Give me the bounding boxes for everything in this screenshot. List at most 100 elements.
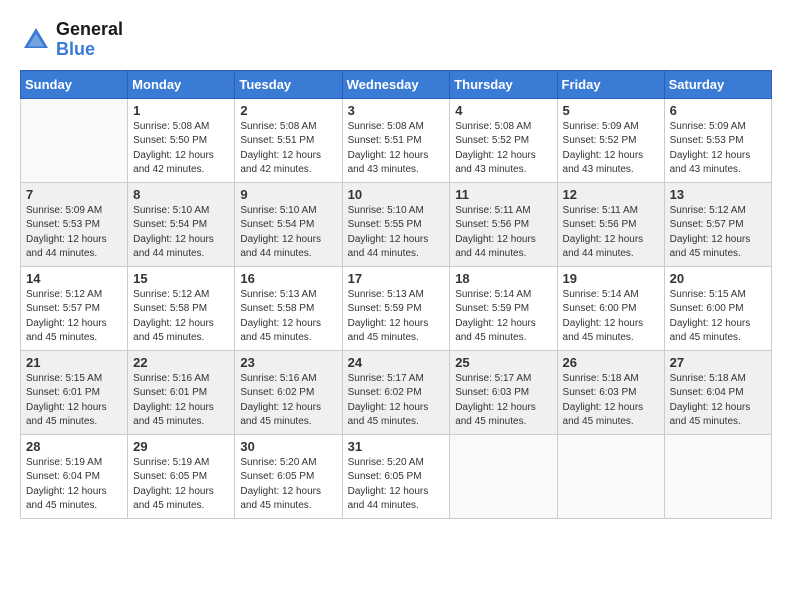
day-cell: 27 Sunrise: 5:18 AM Sunset: 6:04 PM Dayli…: [664, 350, 771, 434]
day-info: Sunrise: 5:08 AM Sunset: 5:51 PM Dayligh…: [240, 120, 336, 178]
day-number: 18: [455, 271, 551, 286]
day-info: Sunrise: 5:08 AM Sunset: 5:51 PM Dayligh…: [348, 120, 445, 178]
day-number: 31: [348, 439, 445, 454]
day-number: 19: [563, 271, 659, 286]
day-cell: 3 Sunrise: 5:08 AM Sunset: 5:51 PM Daylig…: [342, 98, 450, 182]
week-row-3: 14Sunrise: 5:12 AM Sunset: 5:57 PM Dayli…: [21, 266, 772, 350]
day-number: 29: [133, 439, 229, 454]
day-info: Sunrise: 5:13 AM Sunset: 5:58 PM Dayligh…: [240, 288, 336, 346]
weekday-header-monday: Monday: [128, 70, 235, 98]
day-cell: 12 Sunrise: 5:11 AM Sunset: 5:56 PM Dayli…: [557, 182, 664, 266]
weekday-header-friday: Friday: [557, 70, 664, 98]
day-info: Sunrise: 5:09 AM Sunset: 5:52 PM Dayligh…: [563, 120, 659, 178]
day-info: Sunrise: 5:10 AM Sunset: 5:54 PM Dayligh…: [240, 204, 336, 262]
weekday-header-sunday: Sunday: [21, 70, 128, 98]
weekday-header-saturday: Saturday: [664, 70, 771, 98]
day-cell: 17 Sunrise: 5:13 AM Sunset: 5:59 PM Dayli…: [342, 266, 450, 350]
day-cell: 10 Sunrise: 5:10 AM Sunset: 5:55 PM Dayli…: [342, 182, 450, 266]
day-info: Sunrise: 5:17 AM Sunset: 6:02 PM Dayligh…: [348, 372, 445, 430]
day-info: Sunrise: 5:16 AM Sunset: 6:01 PM Dayligh…: [133, 372, 229, 430]
day-cell: 19Sunrise: 5:14 AM Sunset: 6:00 PM Dayli…: [557, 266, 664, 350]
day-number: 15: [133, 271, 229, 286]
day-info: Sunrise: 5:17 AM Sunset: 6:03 PM Dayligh…: [455, 372, 551, 430]
day-cell: 2 Sunrise: 5:08 AM Sunset: 5:51 PM Daylig…: [235, 98, 342, 182]
day-cell: 14Sunrise: 5:12 AM Sunset: 5:57 PM Dayli…: [21, 266, 128, 350]
day-number: 24: [348, 355, 445, 370]
day-cell: 9Sunrise: 5:10 AM Sunset: 5:54 PM Daylig…: [235, 182, 342, 266]
day-cell: 8Sunrise: 5:10 AM Sunset: 5:54 PM Daylig…: [128, 182, 235, 266]
week-row-4: 21 Sunrise: 5:15 AM Sunset: 6:01 PM Dayli…: [21, 350, 772, 434]
weekday-header-tuesday: Tuesday: [235, 70, 342, 98]
week-row-2: 7 Sunrise: 5:09 AM Sunset: 5:53 PM Daylig…: [21, 182, 772, 266]
day-cell: 26Sunrise: 5:18 AM Sunset: 6:03 PM Dayli…: [557, 350, 664, 434]
day-number: 4: [455, 103, 551, 118]
day-cell: [664, 434, 771, 518]
day-info: Sunrise: 5:13 AM Sunset: 5:59 PM Dayligh…: [348, 288, 445, 346]
weekday-header-row: SundayMondayTuesdayWednesdayThursdayFrid…: [21, 70, 772, 98]
day-number: 21: [26, 355, 122, 370]
day-cell: 13Sunrise: 5:12 AM Sunset: 5:57 PM Dayli…: [664, 182, 771, 266]
logo-icon: [20, 24, 52, 56]
day-info: Sunrise: 5:09 AM Sunset: 5:53 PM Dayligh…: [670, 120, 766, 178]
day-number: 5: [563, 103, 659, 118]
day-info: Sunrise: 5:15 AM Sunset: 6:00 PM Dayligh…: [670, 288, 766, 346]
day-info: Sunrise: 5:12 AM Sunset: 5:57 PM Dayligh…: [670, 204, 766, 262]
day-cell: 5 Sunrise: 5:09 AM Sunset: 5:52 PM Daylig…: [557, 98, 664, 182]
day-number: 26: [563, 355, 659, 370]
day-number: 11: [455, 187, 551, 202]
day-cell: [557, 434, 664, 518]
day-number: 22: [133, 355, 229, 370]
day-info: Sunrise: 5:19 AM Sunset: 6:04 PM Dayligh…: [26, 456, 122, 514]
day-cell: 23 Sunrise: 5:16 AM Sunset: 6:02 PM Dayli…: [235, 350, 342, 434]
day-cell: 28 Sunrise: 5:19 AM Sunset: 6:04 PM Dayli…: [21, 434, 128, 518]
day-info: Sunrise: 5:09 AM Sunset: 5:53 PM Dayligh…: [26, 204, 122, 262]
day-info: Sunrise: 5:20 AM Sunset: 6:05 PM Dayligh…: [240, 456, 336, 514]
day-cell: 11 Sunrise: 5:11 AM Sunset: 5:56 PM Dayli…: [450, 182, 557, 266]
day-cell: 18 Sunrise: 5:14 AM Sunset: 5:59 PM Dayli…: [450, 266, 557, 350]
day-info: Sunrise: 5:11 AM Sunset: 5:56 PM Dayligh…: [455, 204, 551, 262]
day-info: Sunrise: 5:15 AM Sunset: 6:01 PM Dayligh…: [26, 372, 122, 430]
day-number: 28: [26, 439, 122, 454]
day-number: 30: [240, 439, 336, 454]
day-number: 17: [348, 271, 445, 286]
day-info: Sunrise: 5:20 AM Sunset: 6:05 PM Dayligh…: [348, 456, 445, 514]
logo-text: General Blue: [56, 20, 123, 60]
day-info: Sunrise: 5:18 AM Sunset: 6:04 PM Dayligh…: [670, 372, 766, 430]
day-number: 3: [348, 103, 445, 118]
weekday-header-thursday: Thursday: [450, 70, 557, 98]
day-cell: 16 Sunrise: 5:13 AM Sunset: 5:58 PM Dayli…: [235, 266, 342, 350]
day-cell: 20 Sunrise: 5:15 AM Sunset: 6:00 PM Dayli…: [664, 266, 771, 350]
day-number: 16: [240, 271, 336, 286]
day-number: 20: [670, 271, 766, 286]
day-number: 10: [348, 187, 445, 202]
day-info: Sunrise: 5:10 AM Sunset: 5:55 PM Dayligh…: [348, 204, 445, 262]
day-info: Sunrise: 5:19 AM Sunset: 6:05 PM Dayligh…: [133, 456, 229, 514]
page-header: General Blue: [20, 20, 772, 60]
day-number: 2: [240, 103, 336, 118]
day-number: 27: [670, 355, 766, 370]
day-cell: 21 Sunrise: 5:15 AM Sunset: 6:01 PM Dayli…: [21, 350, 128, 434]
day-number: 14: [26, 271, 122, 286]
day-cell: 4Sunrise: 5:08 AM Sunset: 5:52 PM Daylig…: [450, 98, 557, 182]
day-cell: [450, 434, 557, 518]
day-info: Sunrise: 5:11 AM Sunset: 5:56 PM Dayligh…: [563, 204, 659, 262]
day-cell: 6 Sunrise: 5:09 AM Sunset: 5:53 PM Daylig…: [664, 98, 771, 182]
day-number: 23: [240, 355, 336, 370]
day-cell: [21, 98, 128, 182]
day-cell: 1Sunrise: 5:08 AM Sunset: 5:50 PM Daylig…: [128, 98, 235, 182]
day-cell: 7 Sunrise: 5:09 AM Sunset: 5:53 PM Daylig…: [21, 182, 128, 266]
calendar-table: SundayMondayTuesdayWednesdayThursdayFrid…: [20, 70, 772, 519]
day-info: Sunrise: 5:14 AM Sunset: 5:59 PM Dayligh…: [455, 288, 551, 346]
day-number: 7: [26, 187, 122, 202]
day-number: 6: [670, 103, 766, 118]
day-info: Sunrise: 5:16 AM Sunset: 6:02 PM Dayligh…: [240, 372, 336, 430]
week-row-5: 28 Sunrise: 5:19 AM Sunset: 6:04 PM Dayli…: [21, 434, 772, 518]
day-number: 12: [563, 187, 659, 202]
week-row-1: 1Sunrise: 5:08 AM Sunset: 5:50 PM Daylig…: [21, 98, 772, 182]
weekday-header-wednesday: Wednesday: [342, 70, 450, 98]
day-cell: 31 Sunrise: 5:20 AM Sunset: 6:05 PM Dayli…: [342, 434, 450, 518]
day-cell: 29 Sunrise: 5:19 AM Sunset: 6:05 PM Dayli…: [128, 434, 235, 518]
logo: General Blue: [20, 20, 123, 60]
day-cell: 22 Sunrise: 5:16 AM Sunset: 6:01 PM Dayli…: [128, 350, 235, 434]
day-cell: 15Sunrise: 5:12 AM Sunset: 5:58 PM Dayli…: [128, 266, 235, 350]
